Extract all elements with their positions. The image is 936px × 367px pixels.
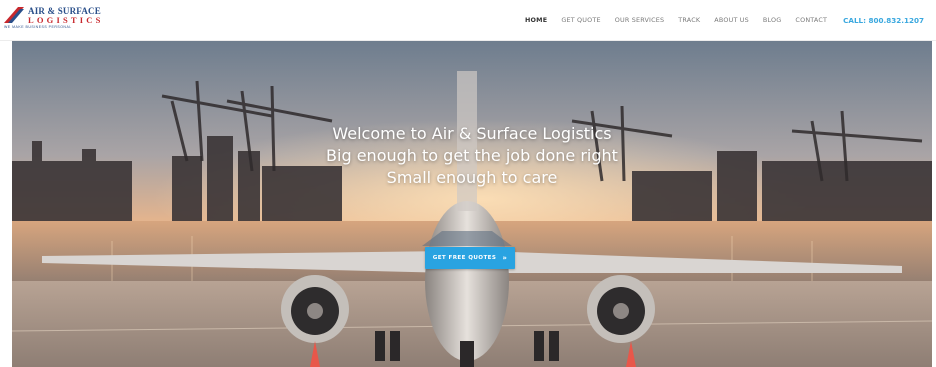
site-logo[interactable]: AIR & SURFACE LOGISTICS WE MAKE BUSINESS…: [4, 5, 112, 31]
nav-item-contact[interactable]: CONTACT: [795, 16, 827, 24]
nav-item-blog[interactable]: BLOG: [763, 16, 782, 24]
hero-line-big-enough: Big enough to get the job done right: [326, 146, 618, 165]
hero-line-welcome: Welcome to Air & Surface Logistics: [332, 124, 612, 143]
nav-item-track[interactable]: TRACK: [678, 16, 700, 24]
logo-title-bottom: LOGISTICS: [28, 15, 104, 25]
double-chevron-right-icon: »: [502, 253, 508, 262]
get-free-quotes-button[interactable]: GET FREE QUOTES »: [425, 247, 515, 269]
get-free-quotes-label: GET FREE QUOTES: [432, 255, 497, 261]
logo-tagline: WE MAKE BUSINESS PERSONAL: [4, 25, 72, 29]
nav-item-home[interactable]: HOME: [525, 16, 547, 24]
hero-headline: Welcome to Air & Surface Logistics Big e…: [12, 123, 932, 189]
call-phone-link[interactable]: CALL: 800.832.1207: [843, 16, 924, 25]
hero-background-image: [12, 41, 932, 367]
stripes-logo-icon: [4, 7, 24, 23]
main-nav: HOME GET QUOTE OUR SERVICES TRACK ABOUT …: [511, 14, 924, 26]
hero-line-small-enough: Small enough to care: [386, 168, 558, 187]
hero-banner: Welcome to Air & Surface Logistics Big e…: [12, 41, 932, 367]
site-header: AIR & SURFACE LOGISTICS WE MAKE BUSINESS…: [0, 0, 936, 41]
nav-item-our-services[interactable]: OUR SERVICES: [615, 16, 665, 24]
page: AIR & SURFACE LOGISTICS WE MAKE BUSINESS…: [0, 0, 936, 367]
nav-item-about-us[interactable]: ABOUT US: [714, 16, 749, 24]
nav-item-get-quote[interactable]: GET QUOTE: [561, 16, 600, 24]
